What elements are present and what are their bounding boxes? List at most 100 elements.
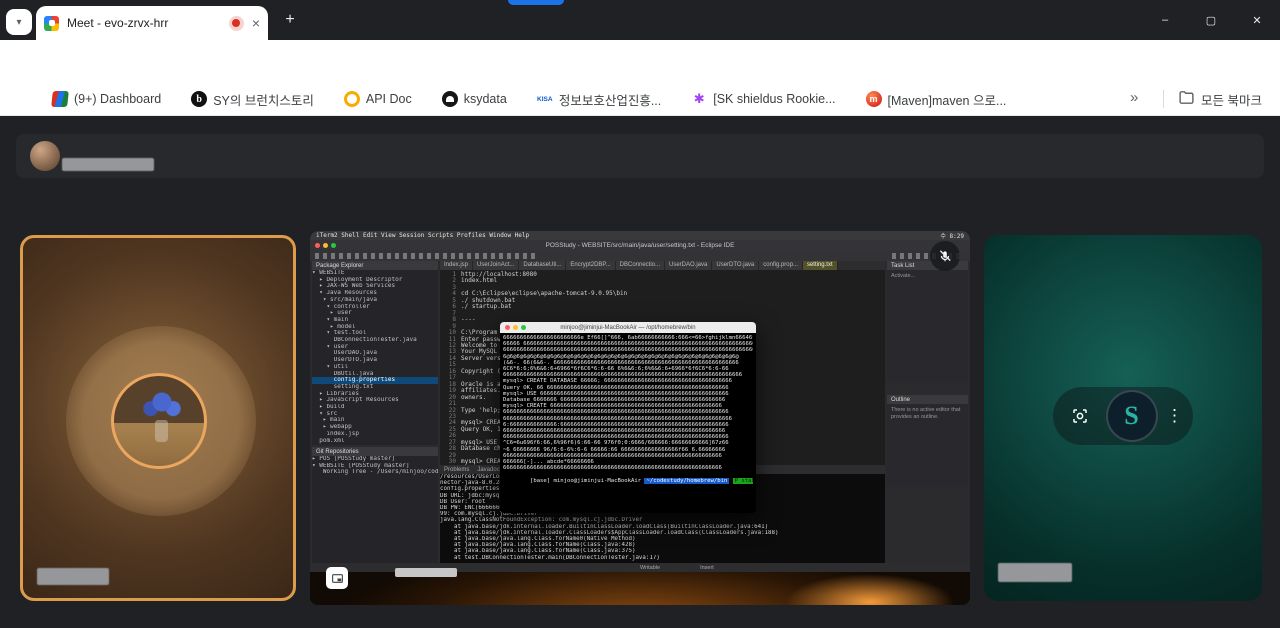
tab-title: Meet - evo-zrvx-hrr [67, 16, 169, 30]
bookmark-shieldus[interactable]: ✱ [SK shieldus Rookie... [691, 91, 836, 107]
tree-item[interactable]: ▸ main [312, 417, 438, 424]
maximize-button[interactable]: ▢ [1188, 0, 1234, 40]
pip-button[interactable] [326, 567, 348, 589]
bookmarks-separator [1163, 90, 1164, 108]
participant-avatar: S [1105, 390, 1158, 442]
bookmark-ksydata[interactable]: ksydata [441, 91, 507, 107]
terminal-line: mysql> CREATE DATABASE 66666; 6666666666… [503, 378, 733, 385]
bookmarks-overflow-button[interactable]: » [1130, 89, 1138, 106]
tree-item[interactable]: ▾ WEBSITE [312, 270, 438, 277]
outline-body: There is no active editor that provides … [891, 407, 961, 420]
tree-item[interactable]: ▾ main [312, 317, 438, 324]
terminal-line: ~6 66666666 96/6:6-6%:6-6 66666:66 66666… [503, 446, 726, 453]
bookmark-api-doc[interactable]: API Doc [343, 91, 412, 107]
tree-item[interactable]: ▾ test.tool [312, 330, 438, 337]
git-repo-item[interactable]: Working Tree - /Users/minjoo/codestudy [312, 469, 438, 476]
tree-item[interactable]: ▸ JAX-WS Web Services [312, 283, 438, 290]
screen-share-tile[interactable]: iTerm2 Shell Edit View Session Scripts P… [310, 231, 970, 605]
tree-item[interactable]: config.properties [312, 377, 438, 384]
editor-tab[interactable]: UserDTO.java [712, 261, 760, 270]
tab-close-button[interactable]: × [252, 16, 260, 30]
editor-tab-bar: Index.jsp UserJoinAct... DatabaseUti... … [440, 261, 885, 270]
books-icon [51, 91, 69, 107]
tree-item[interactable]: ▸ build [312, 404, 438, 411]
terminal-line: 6666666666666666666666666666666666666666… [503, 347, 753, 354]
tile-menu-button[interactable]: ⋮ [1166, 406, 1183, 426]
tab-problems[interactable]: Problems [444, 467, 469, 473]
tile-hover-controls: S ⋮ [1053, 387, 1193, 445]
outline-header: Outline [887, 395, 968, 404]
github-icon [441, 91, 458, 107]
tab-javadoc[interactable]: Javadoc [477, 467, 499, 473]
task-list-body: Activate... [891, 273, 916, 279]
tree-item[interactable]: ▾ util [312, 364, 438, 371]
terminal-line: 6666666666666666666666666666666666666666… [503, 415, 733, 422]
tab-search-button[interactable]: ▾ [6, 9, 32, 35]
editor-tab-active[interactable]: setting.txt [802, 261, 838, 270]
tree-item[interactable]: index.jsp [312, 431, 438, 438]
participant-name-redacted [37, 568, 109, 585]
git-repositories-header: Git Repositories [312, 447, 438, 456]
window-titlebar: ▾ Meet - evo-zrvx-hrr × + – ▢ ✕ [0, 0, 1280, 40]
shieldus-flower-icon: ✱ [693, 91, 705, 106]
terminal-title-bar: minjoo@jiminjui-MacBookAir — /opt/homebr… [500, 322, 756, 333]
package-tree: ▾ WEBSITE ▸ Deployment Descriptor ▸ JAX-… [312, 270, 438, 444]
tree-item[interactable]: ▸ model [312, 324, 438, 331]
tree-item[interactable]: ▾ src [312, 411, 438, 418]
participant-tile-left[interactable] [20, 235, 296, 601]
tree-item[interactable]: ▾ user [312, 344, 438, 351]
editor-tab[interactable]: Index.jsp [440, 261, 474, 270]
new-tab-button[interactable]: + [280, 10, 300, 30]
close-button[interactable]: ✕ [1234, 0, 1280, 40]
tree-item[interactable]: ▾ Java Resources [312, 290, 438, 297]
scrollbar-thumb[interactable] [395, 568, 457, 577]
eclipse-title-bar: POSStudy - WEBSITE/src/main/java/user/se… [310, 240, 970, 251]
git-repositories-panel: Git Repositories ▸ POS [POSStudy master]… [312, 447, 438, 563]
participant-name-redacted [62, 158, 154, 171]
prompt-status: P stable [732, 477, 753, 484]
capture-frame-button[interactable] [1063, 399, 1097, 433]
bookmark-brunch[interactable]: b SY의 브런치스토리 [191, 90, 314, 109]
mac-menu-bar: iTerm2 Shell Edit View Session Scripts P… [310, 231, 970, 240]
tree-item[interactable]: DBConnectionTester.java [312, 337, 438, 344]
tree-item[interactable]: ▸ webapp [312, 424, 438, 431]
tree-item[interactable]: setting.txt [312, 384, 438, 391]
bookmark-maven[interactable]: m [Maven]maven 으로... [865, 90, 1006, 109]
tree-item[interactable]: ▸ user [312, 310, 438, 317]
terminal-prompt-line: [base] minjoo@jiminjui-MacBookAir ~/code… [503, 471, 753, 490]
editor-tab[interactable]: DBConnectio... [615, 261, 666, 270]
tree-item[interactable]: UserDTO.java [312, 357, 438, 364]
editor-tab[interactable]: config.prop... [759, 261, 803, 270]
tree-item[interactable]: ▸ Libraries [312, 391, 438, 398]
editor-tab[interactable]: Encrypt2DBP... [566, 261, 616, 270]
tree-item[interactable]: DBUtil.java [312, 371, 438, 378]
tree-item[interactable]: pom.xml [312, 438, 438, 445]
meet-favicon-icon [44, 15, 59, 31]
browser-tab[interactable]: Meet - evo-zrvx-hrr × [36, 6, 268, 40]
editor-tab[interactable]: UserDAO.java [665, 261, 713, 270]
all-bookmarks-button[interactable]: 모든 북마크 [1178, 82, 1262, 116]
terminal-line: 6666666666666666666666666666666666666666… [503, 409, 729, 416]
kisa-icon: KISA [537, 95, 553, 103]
terminal-line: 6666666666666666666666666666666666666666… [503, 465, 722, 472]
bookmark-items: (9+) Dashboard b SY의 브런치스토리 API Doc ksyd… [51, 82, 1006, 116]
tree-item[interactable]: ▾ controller [312, 304, 438, 311]
editor-tab[interactable]: DatabaseUti... [519, 261, 567, 270]
tree-item[interactable]: ▾ src/main/java [312, 297, 438, 304]
git-repo-item[interactable]: ▾ WEBSITE [POSStudy master] [312, 463, 438, 470]
bookmark-kisa[interactable]: KISA 정보보호산업진흥... [537, 90, 661, 109]
window-controls: – ▢ ✕ [1142, 0, 1280, 40]
recording-indicator-icon [228, 15, 244, 31]
tree-item[interactable]: ▸ Deployment Descriptor [312, 277, 438, 284]
bookmark-dashboard[interactable]: (9+) Dashboard [51, 91, 161, 107]
editor-tab[interactable]: UserJoinAct... [473, 261, 520, 270]
tree-item[interactable]: ▸ JavaScript Resources [312, 397, 438, 404]
participant-photo [111, 373, 207, 469]
minimize-button[interactable]: – [1142, 0, 1188, 40]
git-repo-item[interactable]: ▸ POS [POSStudy master] [312, 456, 438, 463]
participant-tile-right[interactable]: S ⋮ [984, 235, 1262, 601]
terminal-line: 6@6@6@6@6@6@6@6@6@6@6@6@6@6@6@6@6@6@6@6@… [503, 353, 739, 360]
tree-item[interactable]: UserDAO.java [312, 350, 438, 357]
flowers-photo [142, 390, 182, 420]
participant-name-redacted [998, 563, 1072, 582]
